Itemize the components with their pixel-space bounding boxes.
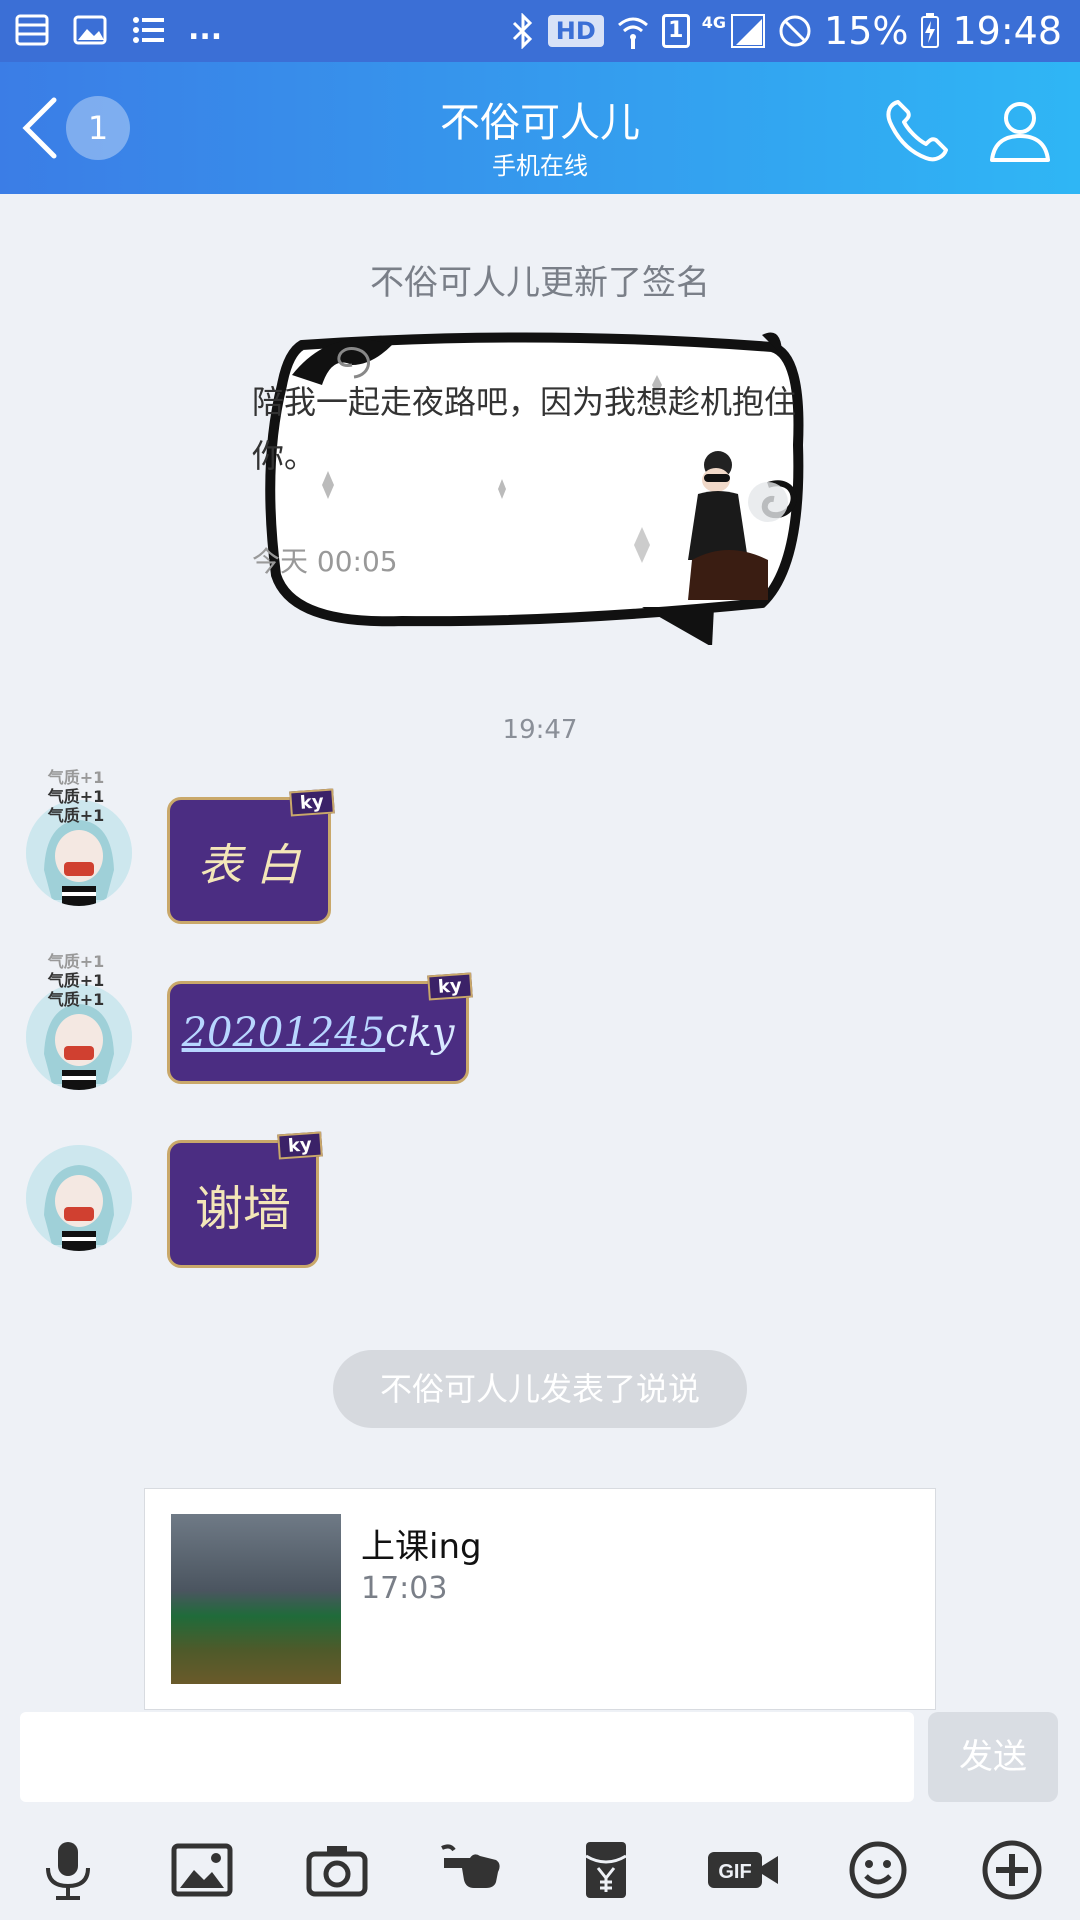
network-type: 4G (701, 12, 727, 32)
anime-avatar-image (26, 1145, 132, 1251)
clock: 19:48 (952, 9, 1062, 53)
tag: 气质+1 (47, 990, 105, 1009)
hd-badge: HD (547, 15, 604, 47)
send-button[interactable]: 发送 (928, 1712, 1058, 1802)
bubble-badge: ky (289, 788, 335, 817)
signature-time: 今天 00:05 (252, 545, 398, 578)
input-toolbar: GIF (0, 1820, 1080, 1920)
status-indicators: HD 1 4G 15% 19:48 (510, 8, 1062, 54)
time-divider: 19:47 (502, 715, 578, 745)
camera-icon (306, 1846, 368, 1897)
post-time: 17:03 (361, 1571, 448, 1606)
message-bubble[interactable]: 表 白 ky (167, 788, 335, 924)
sim-indicator: 1 (661, 14, 690, 48)
post-title: 上课ing (361, 1527, 482, 1567)
gif-icon: GIF (708, 1852, 778, 1888)
more-notifications: ... (188, 12, 223, 47)
message-text: 20201245 cky (170, 984, 466, 1081)
tag: 气质+1 (47, 952, 105, 971)
phone-icon[interactable] (880, 94, 952, 166)
voice-button[interactable] (36, 1838, 100, 1902)
storage-icon (15, 14, 49, 46)
red-packet-icon (585, 1842, 627, 1898)
battery-percent: 15% (824, 9, 909, 53)
gif-button[interactable]: GIF (706, 1838, 780, 1902)
emoji-icon (849, 1841, 907, 1899)
status-bar: ... HD 1 4G 15% 19:48 (0, 0, 1080, 62)
message-bubble[interactable]: 20201245 cky ky (167, 972, 473, 1084)
bubble-badge: ky (277, 1131, 323, 1160)
signature-update-notice: 不俗可人儿更新了签名 (370, 263, 710, 303)
tag: 气质+1 (47, 806, 105, 825)
girl-sticker-illustration (688, 451, 788, 600)
message-link[interactable]: 20201245 (182, 1010, 386, 1056)
message-bubble[interactable]: 谢墙 ky (167, 1131, 323, 1268)
wifi-icon (617, 17, 648, 49)
poke-icon (441, 1844, 500, 1888)
post-card[interactable]: 上课ing 17:03 (144, 1488, 936, 1710)
bluetooth-icon (512, 13, 532, 49)
post-thumbnail (171, 1514, 341, 1684)
avatar-tags: 气质+1 气质+1 气质+1 (36, 952, 116, 1009)
message-suffix: cky (385, 1009, 455, 1056)
more-button[interactable] (980, 1838, 1044, 1902)
chat-header: 1 不俗可人儿 手机在线 (0, 62, 1080, 194)
message-input[interactable] (20, 1712, 914, 1802)
plus-icon (982, 1840, 1042, 1900)
camera-button[interactable] (305, 1838, 369, 1902)
notification-icons: ... (14, 12, 222, 48)
post-notice: 不俗可人儿发表了说说 (333, 1350, 747, 1428)
image-button[interactable] (170, 1838, 234, 1902)
poke-button[interactable] (440, 1838, 504, 1902)
avatar-tags: 气质+1 气质+1 气质+1 (36, 768, 116, 825)
emoji-button[interactable] (846, 1838, 910, 1902)
do-not-disturb-icon (779, 15, 811, 47)
gif-label: GIF (718, 1861, 751, 1883)
gallery-icon (73, 15, 107, 45)
tag: 气质+1 (47, 787, 105, 806)
list-icon (133, 17, 164, 43)
signal-icon (731, 14, 766, 48)
bubble-badge: ky (427, 972, 473, 1001)
tag: 气质+1 (47, 768, 105, 787)
avatar[interactable] (26, 1145, 132, 1251)
tag: 气质+1 (47, 971, 105, 990)
battery-icon (921, 13, 940, 48)
message-text: 表 白 (198, 839, 300, 891)
profile-icon[interactable] (984, 94, 1056, 166)
message-text: 谢墙 (194, 1181, 291, 1237)
image-icon (171, 1843, 233, 1897)
red-packet-button[interactable] (574, 1838, 638, 1902)
microphone-icon (46, 1842, 90, 1900)
